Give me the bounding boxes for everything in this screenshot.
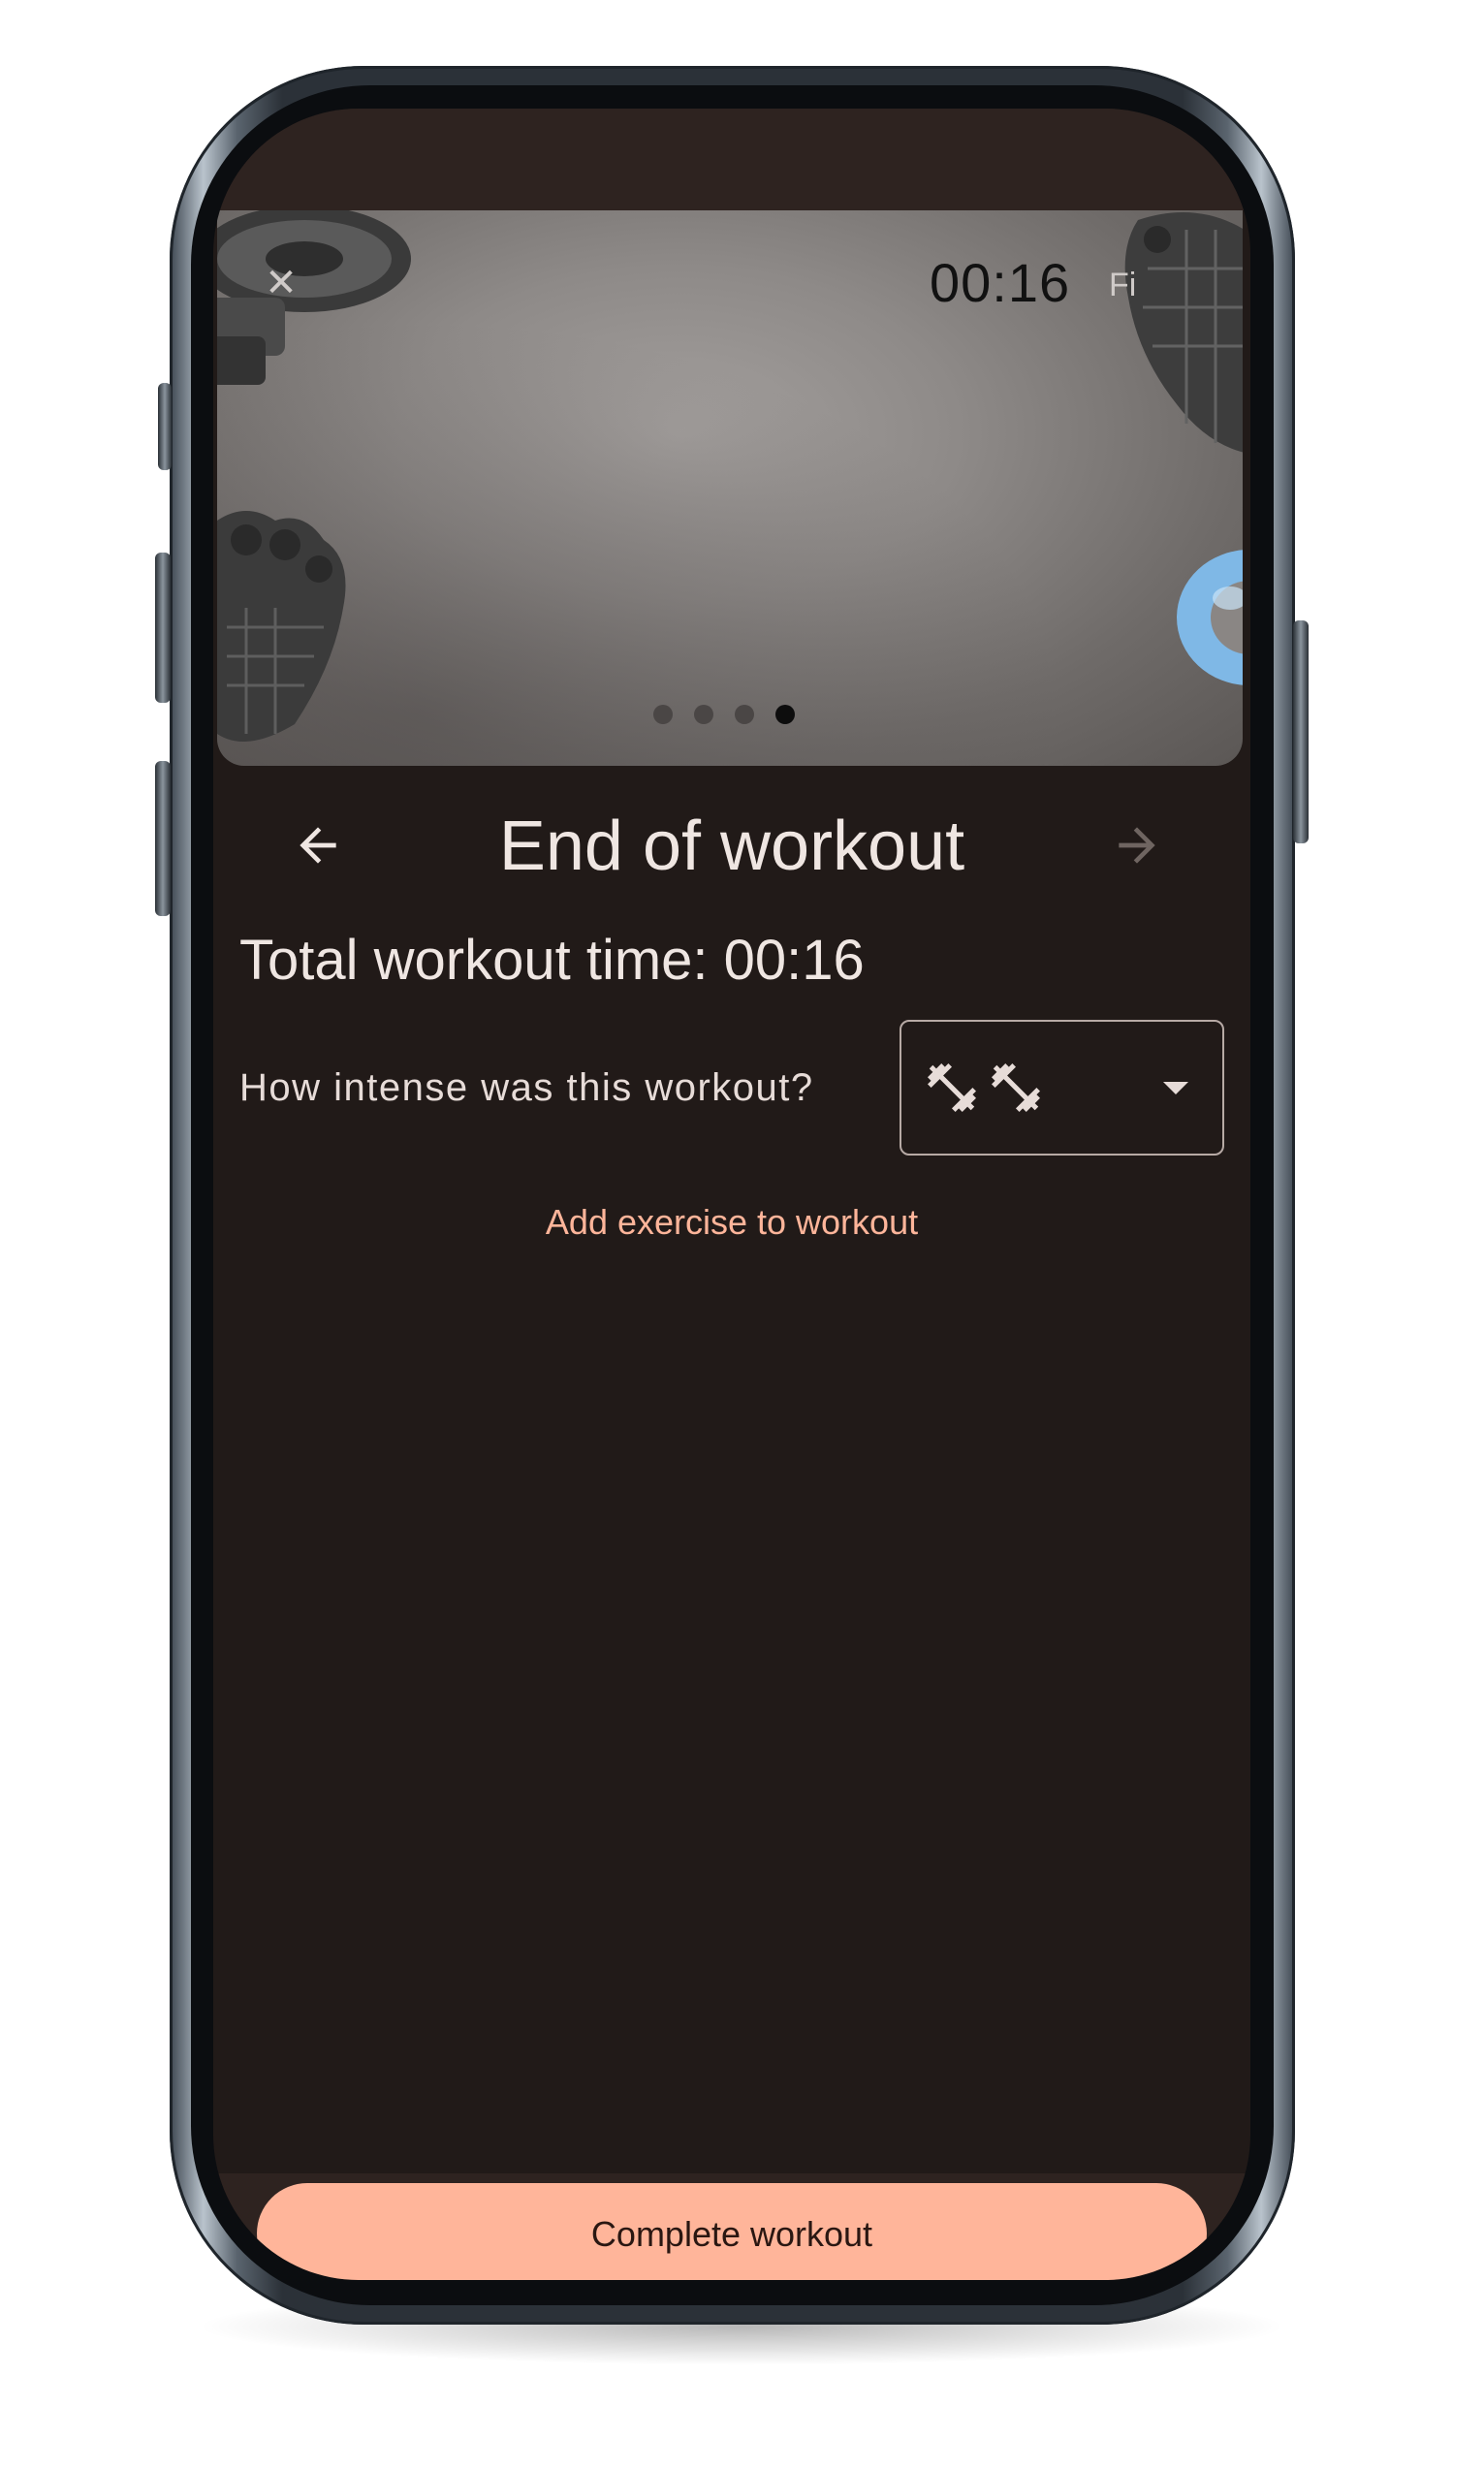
intensity-value xyxy=(923,1059,1045,1117)
phone-side-button-left-2 xyxy=(155,553,171,703)
complete-workout-button[interactable]: Complete workout xyxy=(257,2183,1207,2280)
carousel-dot[interactable] xyxy=(694,705,713,724)
intensity-dropdown[interactable] xyxy=(900,1020,1224,1156)
phone-side-button-right xyxy=(1293,620,1309,843)
dumbbell-plates-image xyxy=(217,210,411,385)
dumbbell-icon xyxy=(928,1063,976,1112)
page-title: End of workout xyxy=(498,808,965,885)
exercise-navigation: End of workout xyxy=(213,797,1250,903)
workout-timer: 00:16 xyxy=(930,252,1071,313)
carousel-dot[interactable] xyxy=(735,705,754,724)
glove-right-image xyxy=(1124,212,1243,453)
phone-side-button-left-1 xyxy=(158,383,172,470)
dropdown-caret-icon xyxy=(1163,1082,1188,1094)
dumbbell-icon xyxy=(992,1063,1040,1112)
intensity-question: How intense was this workout? xyxy=(239,1066,814,1109)
blue-ring-image xyxy=(1177,550,1243,685)
header-extra-label: Fi xyxy=(1109,267,1137,303)
carousel-dot[interactable] xyxy=(653,705,673,724)
carousel-indicator xyxy=(653,705,795,724)
add-exercise-link[interactable]: Add exercise to workout xyxy=(213,1202,1250,1243)
glove-left-image xyxy=(217,511,346,742)
total-workout-time: Total workout time: 00:16 xyxy=(239,929,865,992)
app-screen: ✕ 00:16 Fi End of workout Total workout … xyxy=(213,109,1250,2280)
forward-arrow-icon[interactable] xyxy=(1110,818,1164,872)
workout-hero-image: ✕ 00:16 Fi xyxy=(217,210,1243,766)
status-bar xyxy=(213,109,1250,210)
phone-side-button-left-3 xyxy=(155,761,171,916)
close-icon[interactable]: ✕ xyxy=(262,264,300,302)
carousel-dot-active[interactable] xyxy=(775,705,795,724)
